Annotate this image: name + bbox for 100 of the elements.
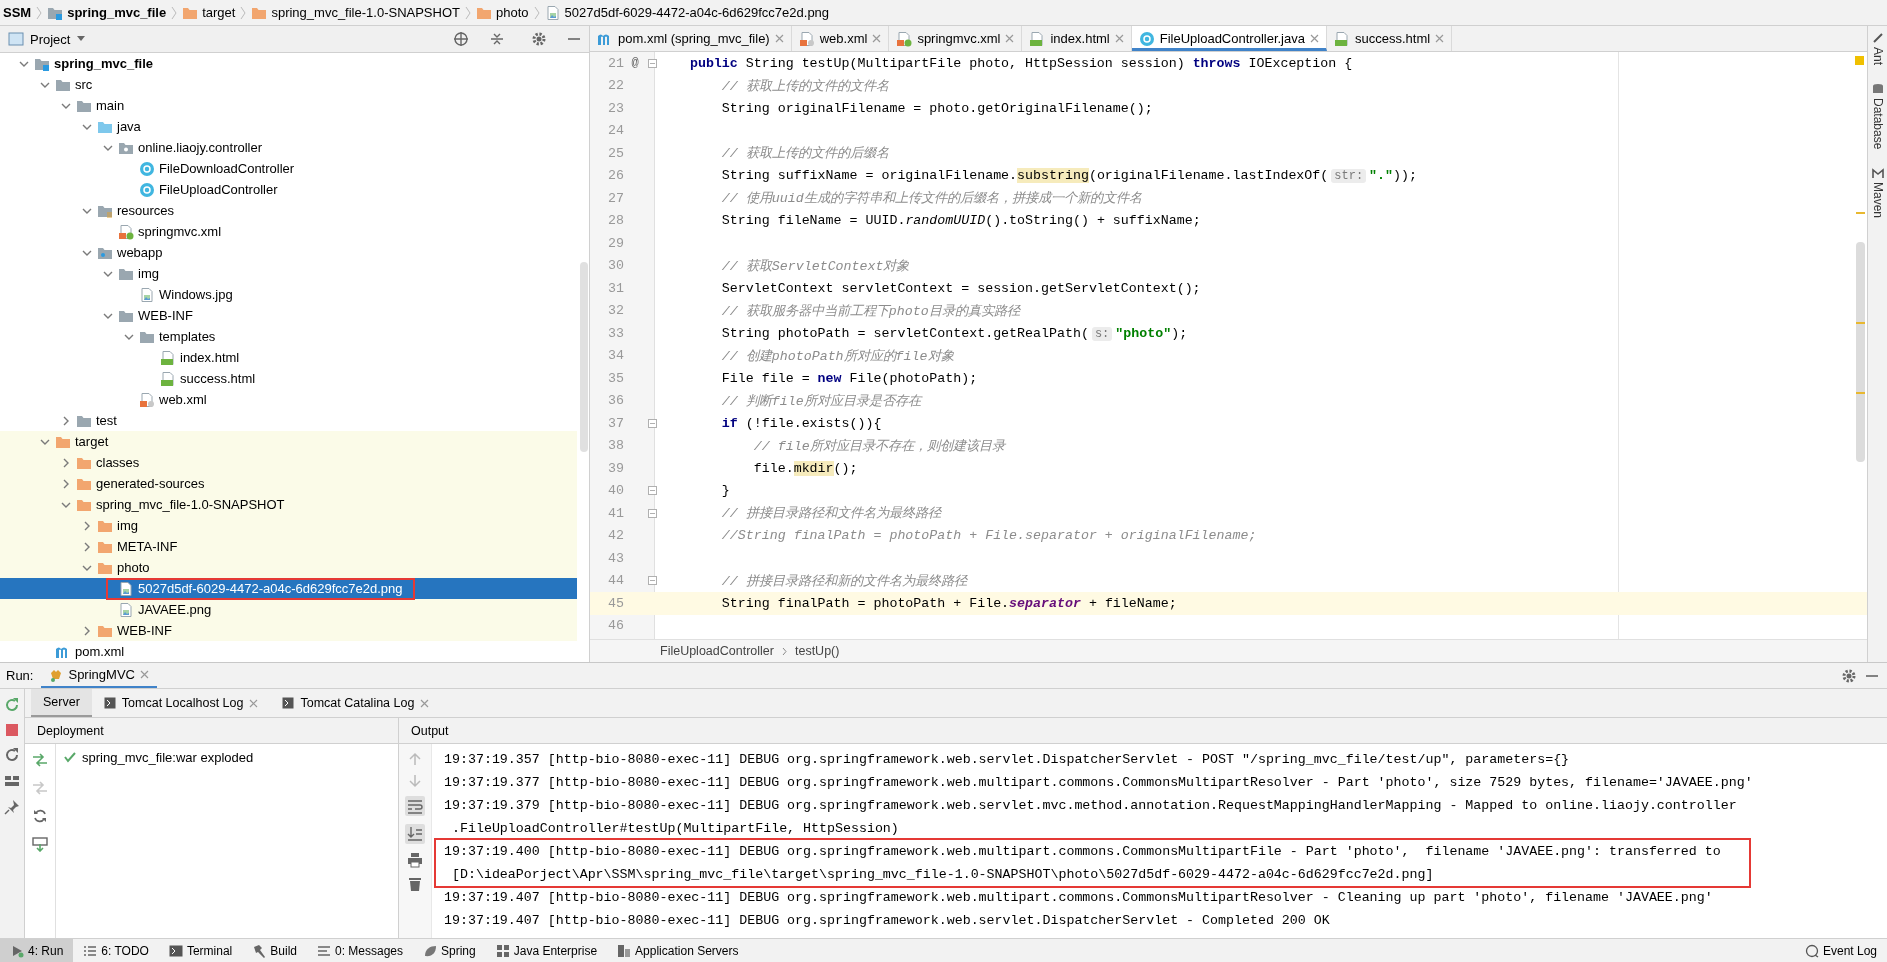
breadcrumb-item[interactable]: 5027d5df-6029-4472-a04c-6d629fcc7e2d.png (564, 5, 830, 20)
fold-marker-icon[interactable] (647, 508, 657, 518)
html-file-icon (160, 349, 176, 366)
pin-icon[interactable] (4, 799, 20, 815)
tree-row[interactable]: META-INF (0, 536, 577, 557)
close-icon[interactable] (1435, 34, 1445, 43)
close-icon[interactable] (420, 698, 430, 708)
tool-window-button[interactable]: Maven (1870, 182, 1885, 219)
tool-window-button[interactable]: 4: Run (0, 939, 74, 962)
tree-row[interactable]: generated-sources (0, 473, 577, 494)
event-log-button[interactable]: Event Log (1794, 939, 1887, 962)
breadcrumb-item[interactable]: photo (496, 5, 529, 20)
gutter-mark[interactable]: @ (631, 56, 639, 71)
tree-row[interactable]: online.liaojy.controller (0, 137, 577, 158)
panel-title[interactable]: Project (30, 31, 71, 47)
server-tab[interactable]: Tomcat Catalina Log (270, 689, 442, 717)
tree-row[interactable]: JAVAEE.png (0, 599, 577, 620)
editor-tab[interactable]: FileUploadController.java (1131, 26, 1327, 51)
soft-wrap-icon[interactable] (407, 798, 423, 814)
fold-marker-icon[interactable] (647, 576, 657, 586)
settings-icon[interactable] (531, 31, 547, 47)
tree-row[interactable]: spring_mvc_file (0, 53, 577, 74)
deploy-icon[interactable] (32, 752, 48, 768)
tree-row[interactable]: pom.xml (0, 641, 577, 662)
tree-row[interactable]: photo (0, 557, 577, 578)
tool-window-button[interactable]: Ant (1870, 47, 1885, 65)
scrollbar[interactable] (580, 262, 588, 452)
tree-row[interactable]: WEB-INF (0, 305, 577, 326)
tree-row[interactable]: Windows.jpg (0, 284, 577, 305)
close-icon[interactable] (139, 670, 149, 679)
close-icon[interactable] (774, 34, 784, 43)
editor-tab[interactable]: index.html (1022, 26, 1132, 51)
line-number: 24 (607, 123, 624, 139)
rerun-icon[interactable] (4, 697, 20, 713)
fold-marker-icon[interactable] (647, 418, 657, 428)
scroll-to-end-icon[interactable] (407, 826, 423, 842)
tree-row[interactable]: web.xml (0, 389, 577, 410)
breadcrumb-item[interactable]: SSM (3, 5, 32, 20)
tree-row[interactable]: src (0, 74, 577, 95)
code-line: // 使用uuid生成的字符串和上传文件的后缀名，拼接成一个新的文件名 (720, 190, 1142, 208)
restart-icon[interactable] (4, 747, 20, 763)
close-icon[interactable] (872, 34, 882, 43)
tree-row[interactable]: FileUploadController (0, 179, 577, 200)
html-file-icon (1029, 30, 1046, 47)
tool-window-button[interactable]: Spring (413, 939, 486, 962)
trash-icon[interactable] (408, 876, 422, 892)
server-tab[interactable]: Server (31, 689, 92, 717)
line-number: 35 (607, 370, 624, 386)
close-icon[interactable] (1114, 34, 1124, 43)
tree-row[interactable]: index.html (0, 347, 577, 368)
breadcrumb-item[interactable]: FileUploadController (660, 644, 774, 658)
locate-icon[interactable] (453, 31, 469, 47)
refresh-icon[interactable] (32, 808, 48, 824)
tree-row[interactable]: img (0, 263, 577, 284)
tree-row[interactable]: classes (0, 452, 577, 473)
tree-row[interactable]: 5027d5df-6029-4472-a04c-6d629fcc7e2d.png (0, 578, 577, 599)
fold-marker-icon[interactable] (647, 58, 657, 68)
tree-row[interactable]: success.html (0, 368, 577, 389)
print-icon[interactable] (407, 852, 423, 868)
close-icon[interactable] (1309, 34, 1319, 43)
server-tab[interactable]: Tomcat Localhost Log (91, 689, 271, 717)
tree-row[interactable]: springmvc.xml (0, 221, 577, 242)
editor-tab[interactable]: springmvc.xml (889, 26, 1023, 51)
editor-tab[interactable]: pom.xml (spring_mvc_file) (590, 26, 792, 51)
tree-row[interactable]: target (0, 431, 577, 452)
close-icon[interactable] (1005, 34, 1015, 43)
tool-window-button[interactable]: Terminal (158, 939, 243, 962)
tool-window-button[interactable]: 6: TODO (73, 939, 159, 962)
stop-icon[interactable] (5, 723, 19, 737)
close-icon[interactable] (249, 698, 259, 708)
log-line: 19:37:19.379 [http-bio-8080-exec-11] DEBUG org.springframework.web.servlet.mvc.method.annotation.RequestMappingHandlerMapping - Mapped to online.liaojy.controller (444, 797, 1738, 815)
tree-row[interactable]: templates (0, 326, 577, 347)
layout-icon[interactable] (4, 773, 20, 789)
tree-row[interactable]: img (0, 515, 577, 536)
tool-window-button[interactable]: 0: Messages (307, 939, 414, 962)
tree-row[interactable]: main (0, 95, 577, 116)
tree-row[interactable]: java (0, 116, 577, 137)
tree-row[interactable]: test (0, 410, 577, 431)
tree-row[interactable]: spring_mvc_file-1.0-SNAPSHOT (0, 494, 577, 515)
tool-window-button[interactable]: Java Enterprise (485, 939, 608, 962)
tree-item-label: src (75, 77, 93, 92)
settings-icon[interactable] (1841, 667, 1857, 684)
dropdown-caret-icon[interactable] (76, 35, 87, 43)
tree-row[interactable]: FileDownloadController (0, 158, 577, 179)
breadcrumb-item[interactable]: spring_mvc_file (67, 5, 167, 20)
update-icon[interactable] (32, 836, 48, 852)
tool-window-button[interactable]: Application Servers (607, 939, 749, 962)
breadcrumb-item[interactable]: target (202, 5, 236, 20)
tree-row[interactable]: WEB-INF (0, 620, 577, 641)
tool-window-button[interactable]: Build (242, 939, 307, 962)
breadcrumb-item[interactable]: testUp() (794, 644, 840, 658)
editor-tab[interactable]: web.xml (791, 26, 890, 51)
fold-marker-icon[interactable] (647, 486, 657, 496)
tree-row[interactable]: resources (0, 200, 577, 221)
editor-tab[interactable]: success.html (1326, 26, 1453, 51)
tree-row[interactable]: webapp (0, 242, 577, 263)
collapse-icon[interactable] (489, 31, 505, 47)
breadcrumb-item[interactable]: spring_mvc_file-1.0-SNAPSHOT (271, 5, 460, 20)
deployment-item[interactable]: spring_mvc_file:war exploded (82, 749, 254, 765)
tool-window-button[interactable]: Database (1870, 98, 1885, 150)
